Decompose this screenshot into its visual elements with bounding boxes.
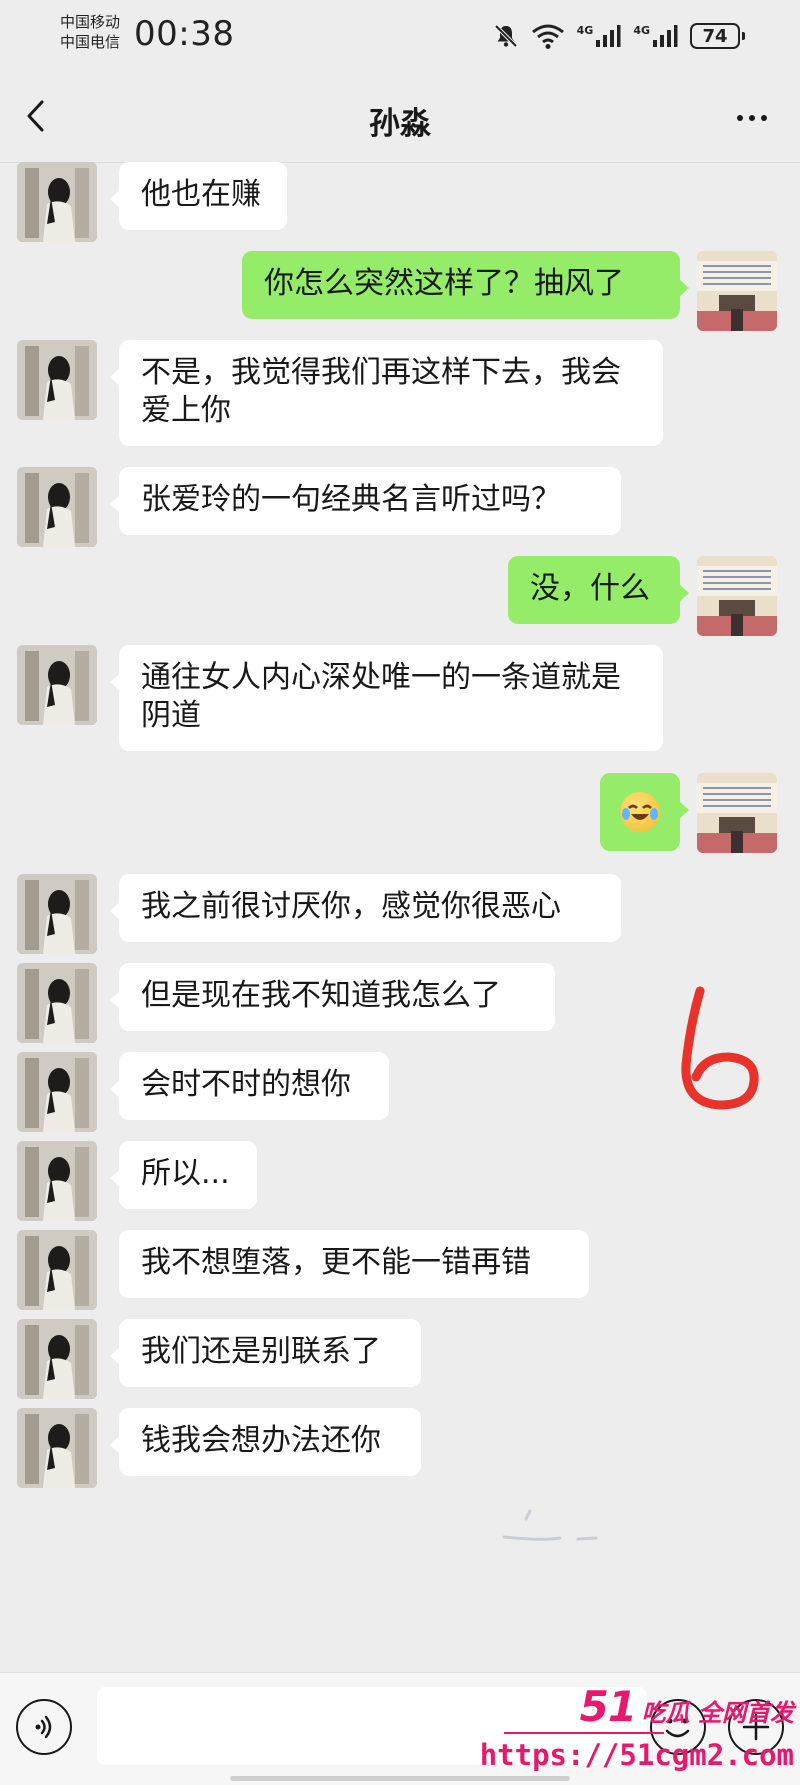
contact-avatar[interactable] — [17, 963, 97, 1043]
my-avatar[interactable] — [697, 251, 777, 331]
signal-icon: 4G — [633, 24, 678, 48]
contact-avatar[interactable] — [17, 874, 97, 954]
contact-avatar[interactable] — [17, 1052, 97, 1132]
handwritten-annotation — [681, 986, 759, 1110]
more-options-button[interactable] — [720, 90, 784, 146]
contact-avatar[interactable] — [17, 1408, 97, 1488]
carrier-labels: 中国移动 中国电信 — [60, 12, 120, 52]
incoming-message[interactable]: 我不想堕落，更不能一错再错 — [119, 1230, 589, 1298]
incoming-message[interactable]: 我们还是别联系了 — [110, 1319, 421, 1387]
chat-title: 孙淼 — [369, 106, 431, 142]
wifi-icon — [531, 22, 565, 50]
my-avatar[interactable] — [697, 556, 777, 636]
carrier-2: 中国电信 — [60, 33, 121, 51]
incoming-message[interactable]: 张爱玲的一句经典名言听过吗？ — [110, 467, 621, 535]
outgoing-message[interactable]: 你怎么突然这样了？抽风了 — [242, 251, 689, 319]
incoming-message[interactable]: 会时不时的想你 — [110, 1052, 389, 1120]
voice-button[interactable] — [16, 1699, 72, 1755]
carrier-1: 中国移动 — [60, 13, 121, 31]
network-type-1: 4G — [576, 24, 594, 37]
contact-avatar[interactable] — [17, 1230, 97, 1310]
more-actions-button[interactable] — [728, 1699, 784, 1755]
incoming-message[interactable]: 我之前很讨厌你，感觉你很恶心 — [110, 874, 621, 942]
input-bar — [0, 1672, 800, 1785]
incoming-message[interactable]: 但是现在我不知道我怎么了 — [110, 963, 555, 1031]
network-type-2: 4G — [633, 24, 650, 37]
message-list[interactable]: 他也在赚 你怎么突然这样了？抽风了 不是，我觉得我们再这样下去，我会爱上你 张爱… — [0, 162, 800, 1672]
contact-avatar[interactable] — [17, 645, 97, 725]
my-avatar[interactable] — [697, 773, 777, 853]
contact-avatar[interactable] — [17, 1319, 97, 1399]
contact-avatar[interactable] — [17, 467, 97, 547]
contact-avatar[interactable] — [17, 162, 97, 242]
signal-icon: 4G — [577, 24, 622, 48]
voice-icon — [35, 1715, 52, 1739]
plus-icon — [742, 1713, 770, 1741]
home-indicator — [230, 1776, 570, 1781]
incoming-message[interactable]: 钱我会想办法还你 — [110, 1408, 421, 1476]
contact-avatar[interactable] — [17, 1141, 97, 1221]
contact-avatar[interactable] — [17, 340, 97, 420]
battery-icon: 74 — [690, 23, 745, 49]
clock: 00:38 — [134, 14, 235, 54]
outgoing-message[interactable]: 没，什么 — [508, 556, 689, 624]
bell-muted-icon — [493, 23, 519, 49]
message-input[interactable] — [97, 1687, 647, 1765]
more-dots-icon — [734, 115, 770, 121]
outgoing-emoji-message[interactable] — [600, 773, 689, 851]
status-icons: 4G 4G 74 — [493, 18, 745, 54]
status-bar: 中国移动 中国电信 00:38 4G 4G 74 — [0, 0, 800, 70]
incoming-message[interactable]: 他也在赚 — [110, 162, 287, 230]
emoji-button[interactable] — [650, 1699, 706, 1755]
emoji-icon — [665, 1718, 690, 1738]
incoming-message[interactable]: 通往女人内心深处唯一的一条道就是阴道 — [110, 645, 663, 751]
incoming-message[interactable]: 所以... — [110, 1141, 257, 1209]
smudge-mark — [502, 1509, 598, 1541]
incoming-message[interactable]: 不是，我觉得我们再这样下去，我会爱上你 — [110, 340, 663, 446]
laughing-crying-emoji-icon — [620, 792, 660, 832]
chat-header: 孙淼 — [0, 70, 800, 163]
